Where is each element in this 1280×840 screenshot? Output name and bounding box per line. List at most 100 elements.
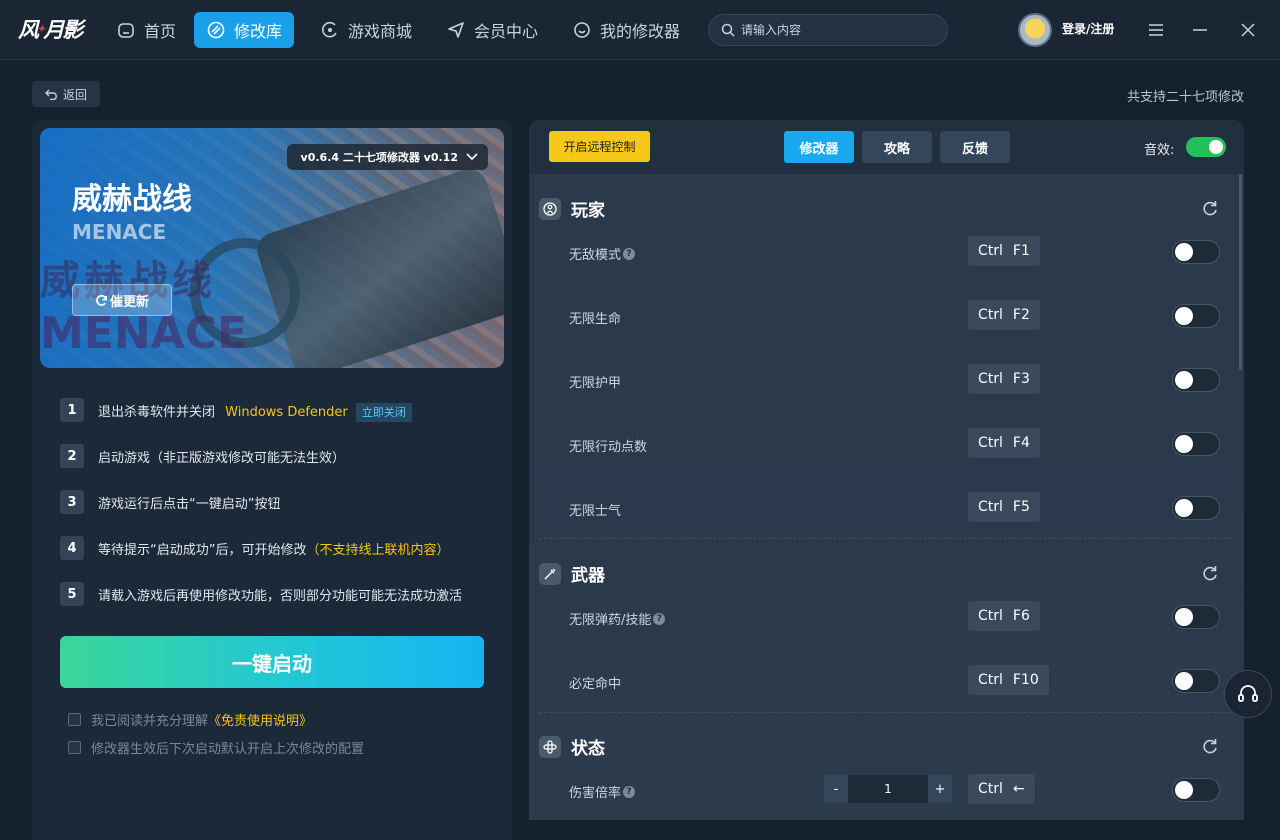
cheat-label-text: 无限行动点数	[569, 440, 648, 455]
scrollbar[interactable]	[1239, 174, 1242, 370]
reset-section-icon[interactable]	[1201, 199, 1219, 217]
disclaimer-checkbox[interactable]	[68, 713, 81, 726]
nav-store[interactable]: 游戏商城	[308, 12, 424, 48]
nav-home-label: 首页	[144, 22, 177, 41]
step-number: 1	[60, 398, 84, 422]
cheat-toggle[interactable]	[1172, 669, 1220, 693]
cheat-label-text: 伤害倍率	[569, 786, 622, 801]
cheat-toggle[interactable]	[1172, 496, 1220, 520]
hotkey-key: F3	[1012, 371, 1030, 387]
nav-library-label: 修改库	[234, 22, 283, 41]
customer-service-button[interactable]	[1224, 670, 1272, 718]
nav-store-label: 游戏商城	[348, 22, 413, 41]
my-trainer-icon	[574, 22, 590, 38]
cheat-label: 无敌模式?	[569, 244, 636, 263]
hotkey[interactable]: Ctrl F5	[968, 492, 1040, 522]
step-number: 5	[60, 582, 84, 606]
disclaimer-text: 我已阅读并充分理解	[91, 714, 209, 729]
reset-section-icon[interactable]	[1201, 564, 1219, 582]
help-icon[interactable]: ?	[623, 785, 636, 798]
hotkey-mod: Ctrl	[978, 307, 1003, 323]
decrement-button[interactable]: -	[824, 775, 848, 803]
cheat-label: 无限士气	[569, 500, 621, 519]
tab-trainer[interactable]: 修改器	[784, 131, 854, 163]
cheat-toggle[interactable]	[1172, 368, 1220, 392]
step-highlight: （不支持线上联机内容）	[306, 542, 450, 558]
stepper-value[interactable]: 1	[848, 775, 928, 803]
hotkey[interactable]: Ctrl F1	[968, 236, 1040, 266]
hotkey-mod: Ctrl	[978, 499, 1003, 515]
cheat-toggle[interactable]	[1172, 605, 1220, 629]
step-number: 2	[60, 444, 84, 468]
hotkey[interactable]: Ctrl F3	[968, 364, 1040, 394]
tab-feedback[interactable]: 反馈	[940, 131, 1010, 163]
remember-checkbox[interactable]	[68, 741, 81, 754]
hotkey-key: F6	[1012, 608, 1030, 624]
help-icon[interactable]: ?	[653, 612, 666, 625]
cheat-label: 无限行动点数	[569, 436, 647, 455]
cheat-list: 玩家 无敌模式? Ctrl F1 无限生命 Ctrl F2 无限护甲 Ctrl F3 …	[529, 174, 1244, 820]
avatar[interactable]	[1018, 13, 1052, 47]
tab-guide[interactable]: 攻略	[862, 131, 932, 163]
nav-my-trainer[interactable]: 我的修改器	[560, 12, 692, 48]
reset-section-icon[interactable]	[1201, 737, 1219, 755]
search-input[interactable]	[741, 23, 941, 37]
step-4: 4 等待提示“启动成功”后，可开始修改（不支持线上联机内容）	[60, 536, 450, 560]
cheat-toggle[interactable]	[1172, 304, 1220, 328]
hotkey[interactable]: Ctrl ←	[968, 774, 1035, 804]
remember-check-row: 修改器生效后下次启动默认开启上次修改的配置	[68, 738, 364, 757]
library-icon	[207, 21, 225, 39]
hotkey[interactable]: Ctrl F4	[968, 428, 1040, 458]
cheat-label-text: 无限弹药/技能	[569, 613, 652, 628]
step-text: 游戏运行后点击“一键启动”按钮	[98, 496, 281, 512]
version-label: v0.6.4 二十七项修改器 v0.12	[300, 151, 458, 164]
request-update-label: 催更新	[109, 294, 149, 310]
member-icon	[448, 22, 464, 38]
disclaimer-link[interactable]: 《免责使用说明》	[208, 714, 312, 729]
remote-control-button[interactable]: 开启远程控制	[549, 131, 650, 162]
sound-toggle[interactable]	[1186, 137, 1226, 157]
cheat-label: 伤害倍率?	[569, 782, 636, 801]
hotkey-key: F5	[1012, 499, 1030, 515]
home-icon	[118, 23, 134, 38]
hotkey-key: ←	[1012, 781, 1025, 797]
nav-member[interactable]: 会员中心	[434, 12, 550, 48]
hotkey[interactable]: Ctrl F2	[968, 300, 1040, 330]
step-text: 等待提示“启动成功”后，可开始修改	[98, 542, 307, 558]
increment-button[interactable]: +	[928, 775, 952, 803]
nav-my-trainer-label: 我的修改器	[600, 22, 681, 41]
sound-label: 音效:	[1144, 143, 1175, 158]
trainer-panel: 开启远程控制 修改器 攻略 反馈 音效: 玩家 无敌模式? Ctrl F1 无限生…	[529, 120, 1244, 820]
help-icon[interactable]: ?	[623, 247, 636, 260]
cheat-toggle[interactable]	[1172, 432, 1220, 456]
nav-home[interactable]: 首页	[104, 12, 188, 48]
step-highlight: Windows Defender	[225, 404, 348, 420]
nav-library[interactable]: 修改库	[194, 12, 295, 48]
cheat-toggle[interactable]	[1172, 778, 1220, 802]
headset-icon	[1238, 685, 1258, 702]
multiplier-stepper: - 1 +	[824, 775, 952, 803]
section-title: 玩家	[571, 201, 605, 221]
menu-icon[interactable]	[1144, 18, 1168, 42]
request-update-button[interactable]: 催更新	[72, 284, 172, 316]
hotkey[interactable]: Ctrl F6	[968, 601, 1040, 631]
game-info-panel: 威赫战线 MENACE 威赫战线 MENACE 催更新 v0.6.4 二十七项修…	[32, 120, 512, 840]
cheat-label-text: 无限士气	[569, 504, 622, 519]
one-click-launch-button[interactable]: 一键启动	[60, 636, 484, 688]
section-weapon: 武器	[539, 561, 605, 586]
cheat-toggle[interactable]	[1172, 240, 1220, 264]
minimize-icon[interactable]	[1188, 18, 1212, 42]
close-defender-button[interactable]: 立即关闭	[355, 402, 412, 422]
back-button[interactable]: 返回	[32, 81, 100, 107]
login-register-link[interactable]: 登录/注册	[1062, 20, 1114, 37]
close-icon[interactable]	[1236, 18, 1260, 42]
step-number: 3	[60, 490, 84, 514]
hotkey-mod: Ctrl	[978, 435, 1003, 451]
hotkey-mod: Ctrl	[978, 608, 1003, 624]
version-select[interactable]: v0.6.4 二十七项修改器 v0.12	[286, 144, 488, 170]
store-icon	[322, 21, 337, 38]
cheat-label-text: 无限生命	[569, 312, 622, 327]
cheat-label-text: 无敌模式	[569, 248, 622, 263]
hotkey[interactable]: Ctrl F10	[968, 665, 1049, 695]
app-logo[interactable]: 风✦月影	[18, 12, 83, 48]
